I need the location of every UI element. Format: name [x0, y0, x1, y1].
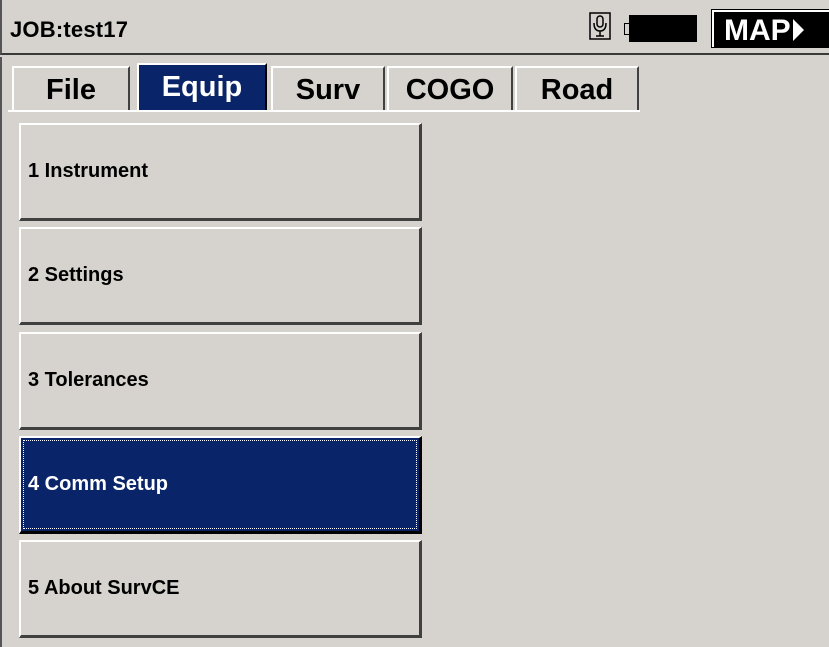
menu-item-label: 4 Comm Setup — [28, 473, 169, 495]
job-title: JOB:test17 — [10, 17, 129, 42]
title-bar: JOB:test17 MAP — [0, 0, 829, 55]
map-button[interactable]: MAP — [711, 9, 829, 48]
tab-divider — [8, 110, 640, 112]
tab-road[interactable]: Road — [515, 66, 639, 112]
menu-item-about-survce[interactable]: 5 About SurvCE — [19, 540, 422, 638]
menu-item-comm-setup[interactable]: 4 Comm Setup — [19, 436, 422, 534]
battery-icon — [629, 15, 697, 42]
tab-surv[interactable]: Surv — [271, 66, 385, 112]
map-arrow-icon — [792, 19, 804, 42]
tab-bar: File Equip Surv COGO Road — [0, 57, 829, 117]
menu-panel: 1 Instrument 2 Settings 3 Tolerances 4 C… — [0, 117, 829, 647]
tab-file[interactable]: File — [12, 66, 130, 112]
tab-cogo[interactable]: COGO — [387, 66, 513, 112]
map-label: MAP — [724, 14, 791, 47]
menu-item-label: 5 About SurvCE — [28, 577, 180, 599]
menu-item-label: 2 Settings — [28, 264, 124, 286]
menu-item-label: 1 Instrument — [28, 160, 149, 182]
menu-item-settings[interactable]: 2 Settings — [19, 227, 422, 325]
menu-item-instrument[interactable]: 1 Instrument — [19, 123, 422, 221]
microphone-icon — [589, 12, 611, 40]
menu-item-label: 3 Tolerances — [28, 369, 149, 391]
menu-item-tolerances[interactable]: 3 Tolerances — [19, 332, 422, 430]
tab-equip[interactable]: Equip — [137, 63, 267, 112]
